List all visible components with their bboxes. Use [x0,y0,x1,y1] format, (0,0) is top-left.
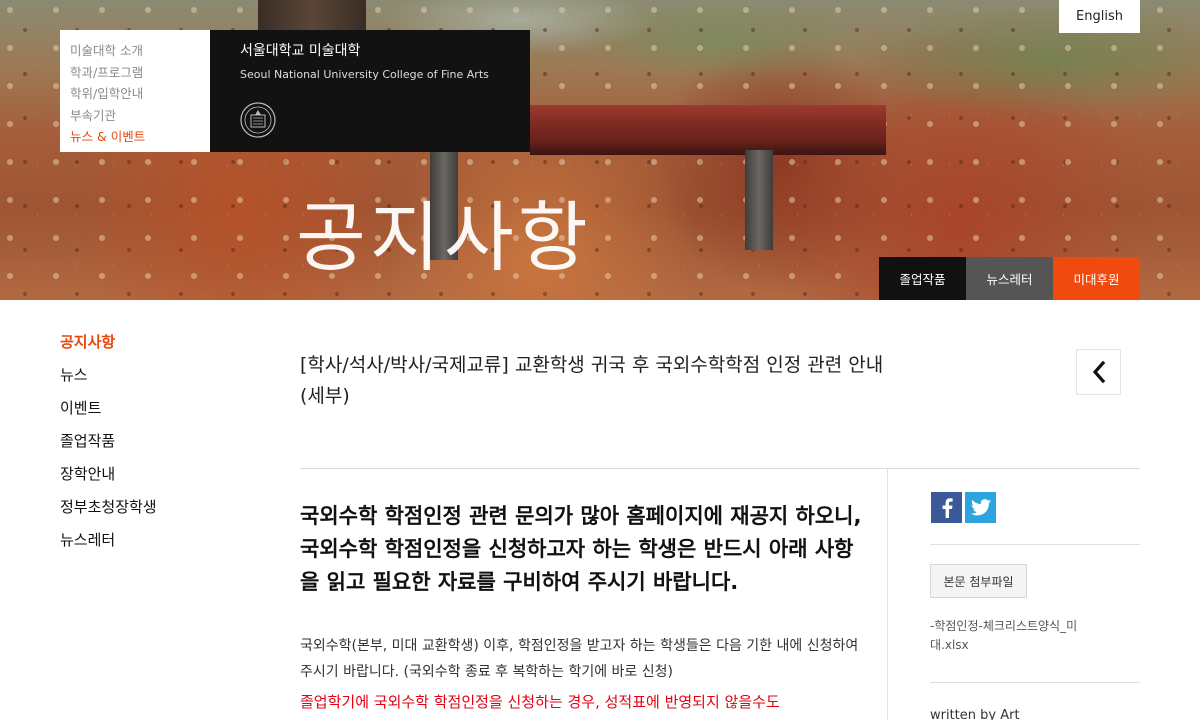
sidebar-item-news[interactable]: 뉴스 [60,359,260,392]
sidebar-item-notice[interactable]: 공지사항 [60,326,260,359]
article-title: [학사/석사/박사/국제교류] 교환학생 귀국 후 국외수학학점 인정 관련 안… [300,354,884,407]
back-button[interactable] [1076,349,1121,395]
hero-title: 공지사항 [296,193,592,282]
chevron-left-icon [1092,361,1105,383]
sidebar-item-scholarship[interactable]: 장학안내 [60,458,260,491]
attachment-label: 본문 첨부파일 [930,564,1027,598]
quick-link-graduation-works[interactable]: 졸업작품 [879,257,966,300]
menu-item-departments[interactable]: 학과/프로그램 [70,62,200,84]
sidebar-item-graduation-works[interactable]: 졸업작품 [60,425,260,458]
hero-bench-leg [745,150,773,250]
brand-block[interactable]: 서울대학교 미술대학 Seoul National University Col… [210,30,530,152]
menu-item-admissions[interactable]: 학위/입학안내 [70,83,200,105]
menu-item-about[interactable]: 미술대학 소개 [70,40,200,62]
sidebar-nav: 공지사항 뉴스 이벤트 졸업작품 장학안내 정부초청장학생 뉴스레터 [60,326,260,557]
article-warning: 졸업학기에 국외수학 학점인정을 신청하는 경우, 성적표에 반영되지 않을수도 [300,693,780,711]
facebook-share-button[interactable] [931,492,962,523]
article-divider [300,468,1140,469]
language-button[interactable]: English [1059,0,1140,33]
facebook-icon [942,497,953,518]
main-menu: 미술대학 소개 학과/프로그램 학위/입학안내 부속기관 뉴스 & 이벤트 [60,30,210,152]
share-buttons [931,492,996,523]
article-body: 국외수학(본부, 미대 교환학생) 이후, 학점인정을 받고자 하는 학생들은 … [300,638,859,680]
brand-title-ko: 서울대학교 미술대학 [240,43,361,59]
sidebar-item-gks-scholarship[interactable]: 정부초청장학생 [60,491,260,524]
quick-links: 졸업작품 뉴스레터 미대후원 [879,257,1140,300]
menu-item-news-events[interactable]: 뉴스 & 이벤트 [70,126,200,148]
article-writer: written by Art [930,708,1020,720]
content-column-divider [887,469,888,720]
quick-link-donation[interactable]: 미대후원 [1053,257,1140,300]
brand-title-en: Seoul National University College of Fin… [240,68,489,81]
article-lead: 국외수학 학점인정 관련 문의가 많아 홈페이지에 재공지 하오니, 국외수학 … [300,504,862,594]
aside-divider [930,682,1140,683]
sidebar-item-newsletter[interactable]: 뉴스레터 [60,524,260,557]
menu-item-institutes[interactable]: 부속기관 [70,105,200,127]
quick-link-newsletter[interactable]: 뉴스레터 [966,257,1053,300]
hero-bench [530,105,886,155]
sidebar-item-events[interactable]: 이벤트 [60,392,260,425]
attachment-file-link[interactable]: -학점인정-체크리스트양식_미대.xlsx [930,617,1110,655]
university-seal-logo [240,102,276,138]
aside-divider [930,544,1140,545]
twitter-share-button[interactable] [965,492,996,523]
twitter-icon [970,499,991,516]
